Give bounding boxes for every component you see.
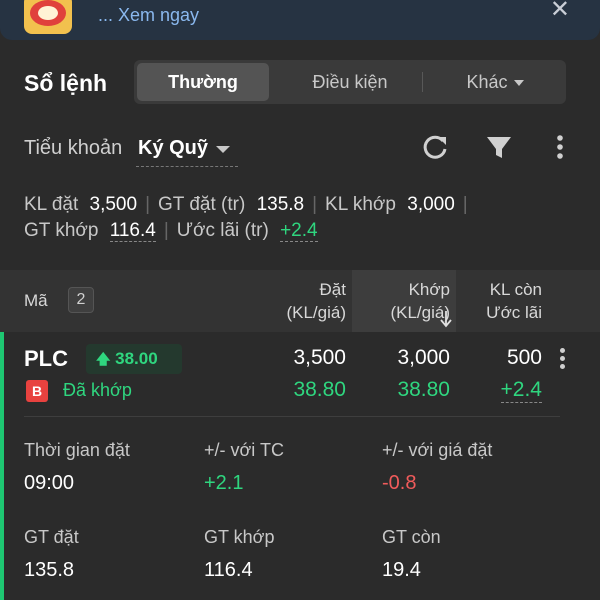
sort-arrow-down-icon[interactable]: [440, 310, 452, 328]
dat-kl: 3,500: [293, 346, 346, 369]
khop-gia: 38.80: [397, 378, 450, 401]
refresh-icon[interactable]: [418, 130, 452, 164]
column-dat-line2: (KL/giá): [286, 303, 346, 322]
gt-con-label: GT còn: [382, 527, 441, 547]
gt-khop-label: GT khớp: [24, 220, 99, 241]
order-count-badge: 2: [68, 287, 94, 313]
chevron-down-icon: [513, 80, 524, 87]
gt-khop-value: 116.4: [109, 220, 156, 242]
arrow-up-icon: 🡅: [96, 351, 111, 367]
khop-kl: 3,000: [397, 346, 450, 369]
app-logo-icon: [24, 0, 72, 34]
gt-dat-value: 135.8: [256, 194, 305, 215]
close-icon[interactable]: ✕: [550, 0, 570, 22]
tab-thuong[interactable]: Thường: [137, 63, 269, 101]
tab-dieu-kien[interactable]: Điều kiện: [282, 63, 418, 101]
column-dat-line1: Đặt: [319, 280, 346, 299]
vs-gia-dat-value: -0.8: [382, 472, 417, 494]
gt-dat-value: 135.8: [24, 559, 75, 581]
order-row[interactable]: PLC 🡅 38.00 B Đã khớp 3,500 38.80 3,000 …: [0, 332, 600, 600]
vs-tc-label: +/- với TC: [204, 440, 284, 460]
buy-side-badge: B: [26, 380, 48, 402]
price-change-badge: 🡅 38.00: [86, 344, 182, 374]
vs-tc-value: +2.1: [204, 472, 244, 494]
thoi-gian-dat-value: 09:00: [24, 472, 75, 494]
gt-dat-label: GT đặt (tr): [158, 194, 246, 215]
account-underline: [136, 166, 238, 167]
order-type-tabs: Thường Điều kiện Khác: [134, 60, 566, 104]
summary-line-2: GT khớp 116.4 | Ước lãi (tr) +2.4: [24, 220, 318, 242]
account-label: Tiểu khoản: [24, 137, 123, 159]
more-vertical-icon[interactable]: [543, 130, 577, 164]
kl-khop-label: KL khớp: [325, 194, 396, 215]
column-ma[interactable]: Mã: [24, 289, 48, 312]
gt-con-value: 19.4: [382, 559, 421, 581]
tab-divider: [422, 72, 423, 92]
column-con-line1: KL còn: [489, 280, 542, 299]
order-symbol[interactable]: PLC: [24, 346, 68, 372]
order-status: Đã khớp: [63, 380, 132, 400]
uoc-lai-value: +2.4: [280, 220, 318, 242]
uoc-lai-label: Ước lãi (tr): [176, 220, 269, 241]
table-header: Mã 2 Đặt (KL/giá) Khớp (KL/giá) KL còn Ư…: [0, 270, 600, 332]
banner-link[interactable]: ... Xem ngay: [98, 5, 199, 26]
kl-khop-value: 3,000: [407, 194, 455, 215]
current-price: 38.00: [115, 349, 158, 368]
tab-khac[interactable]: Khác: [430, 63, 560, 101]
order-uoc-lai: +2.4: [500, 378, 542, 403]
row-more-icon[interactable]: [560, 348, 566, 372]
column-con-line2: Ước lãi: [486, 303, 542, 322]
summary-line-1: KL đặt 3,500 | GT đặt (tr) 135.8 | KL khớp 3…: [24, 194, 468, 215]
row-accent-bar: [0, 332, 4, 600]
kl-dat-value: 3,500: [89, 194, 138, 215]
row-divider: [24, 416, 560, 417]
dat-gia: 38.80: [293, 378, 346, 401]
gt-dat-label: GT đặt: [24, 527, 79, 547]
kl-dat-label: KL đặt: [24, 194, 79, 215]
account-select[interactable]: Ký Quỹ: [138, 137, 208, 160]
page-title: Sổ lệnh: [24, 70, 108, 96]
gt-khop-value: 116.4: [204, 559, 253, 581]
notification-banner[interactable]: ... Xem ngay ✕: [0, 0, 600, 40]
tab-khac-label: Khác: [466, 72, 508, 92]
column-khop-line1: Khớp: [408, 280, 450, 299]
vs-gia-dat-label: +/- với giá đặt: [382, 440, 493, 460]
kl-con: 500: [506, 346, 542, 369]
filter-icon[interactable]: [482, 130, 516, 164]
chevron-down-icon[interactable]: [216, 146, 230, 153]
column-kl-con[interactable]: KL còn Ước lãi: [486, 278, 542, 324]
gt-khop-label: GT khớp: [204, 527, 275, 547]
thoi-gian-dat-label: Thời gian đặt: [24, 440, 130, 460]
column-dat[interactable]: Đặt (KL/giá): [286, 278, 346, 324]
